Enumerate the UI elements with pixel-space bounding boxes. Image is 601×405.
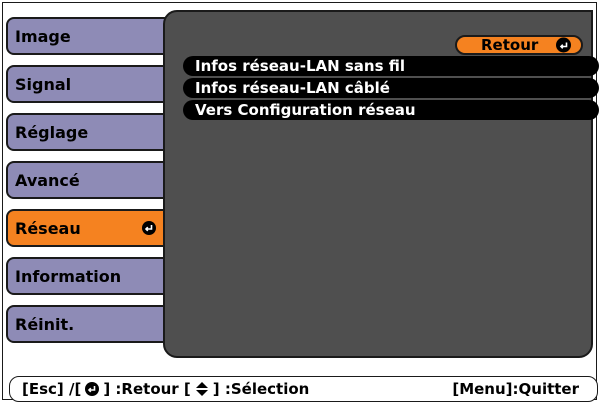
retour-hint: ] :Retour [ <box>103 380 191 398</box>
menu-item-avance[interactable]: Avancé <box>6 161 166 199</box>
up-down-arrow-icon <box>195 381 209 397</box>
submenu-item-label: Vers Configuration réseau <box>195 101 416 119</box>
retour-label: Retour <box>481 36 539 54</box>
enter-return-icon <box>142 221 156 235</box>
menu-item-reglage[interactable]: Réglage <box>6 113 166 151</box>
enter-return-icon <box>556 37 571 53</box>
submenu-item-label: Infos réseau-LAN câblé <box>195 79 390 97</box>
menu-item-label: Image <box>15 26 71 46</box>
submenu-item-wireless-lan-info[interactable]: Infos réseau-LAN sans fil <box>183 56 599 76</box>
footer-key-hints: [Esc] /[ ] :Retour [ ] :Sélection <box>22 380 309 398</box>
esc-hint: [Esc] /[ <box>22 380 82 398</box>
menu-item-label: Réinit. <box>15 314 75 334</box>
menu-item-information[interactable]: Information <box>6 257 166 295</box>
menu-item-label: Signal <box>15 74 72 94</box>
menu-item-label: Réglage <box>15 122 89 142</box>
submenu-item-label: Infos réseau-LAN sans fil <box>195 57 406 75</box>
projector-menu-screen: Image Signal Réglage Avancé Réseau Infor… <box>2 2 599 402</box>
menu-item-reinit[interactable]: Réinit. <box>6 305 166 343</box>
quit-hint: [Menu]:Quitter <box>452 380 579 398</box>
menu-item-signal[interactable]: Signal <box>6 65 166 103</box>
menu-item-reseau[interactable]: Réseau <box>6 209 166 247</box>
retour-button[interactable]: Retour <box>455 35 583 55</box>
footer-help-bar: [Esc] /[ ] :Retour [ ] :Sélection [Menu]… <box>9 376 598 402</box>
selection-hint: ] :Sélection <box>212 380 310 398</box>
menu-item-label: Avancé <box>15 170 80 190</box>
submenu-item-wired-lan-info[interactable]: Infos réseau-LAN câblé <box>183 78 599 98</box>
menu-item-image[interactable]: Image <box>6 17 166 55</box>
enter-return-icon <box>85 382 100 396</box>
menu-item-label: Information <box>15 266 122 286</box>
submenu-item-network-config[interactable]: Vers Configuration réseau <box>183 100 599 120</box>
menu-item-label: Réseau <box>15 218 81 238</box>
